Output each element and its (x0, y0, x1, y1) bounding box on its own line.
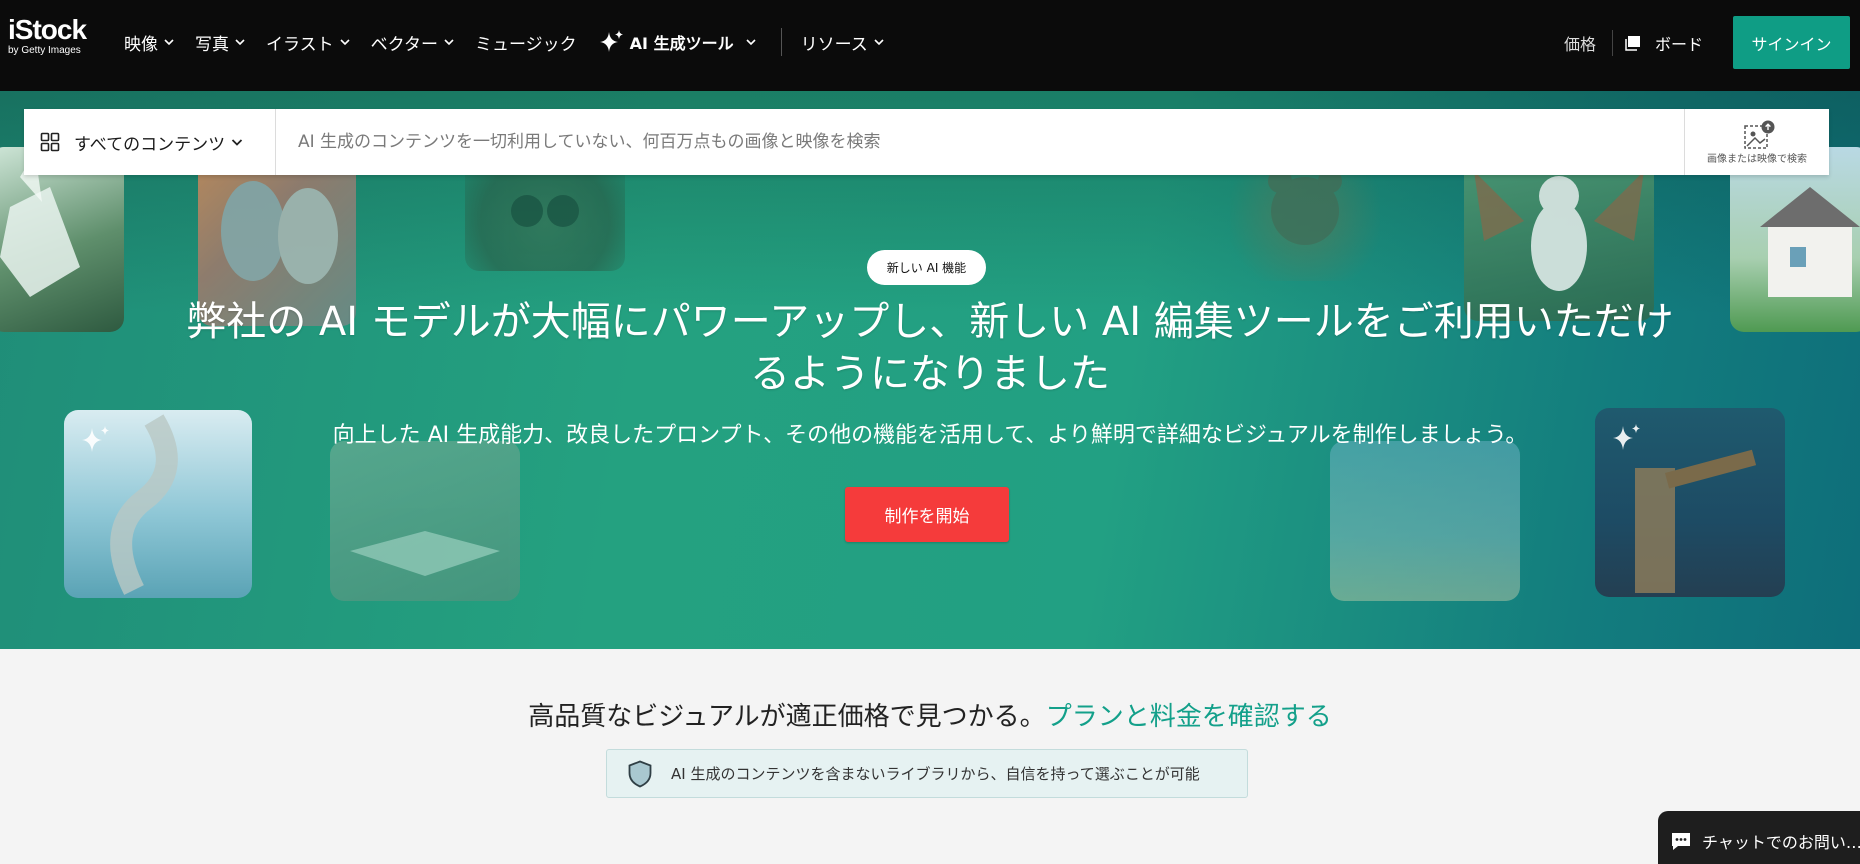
hero-image-open-book (330, 441, 520, 601)
nav-music-label: ミュージック (475, 34, 577, 55)
pricing-tagline: 高品質なビジュアルが適正価格で見つかる。プランと料金を確認する (0, 696, 1860, 733)
image-upload-icon (1744, 120, 1775, 149)
chat-bubble-icon (1672, 833, 1690, 850)
pricing-text: 高品質なビジュアルが適正価格で見つかる。 (528, 702, 1046, 732)
new-ai-features-badge: 新しい AI 機能 (867, 250, 986, 285)
search-bar: すべてのコンテンツ 画像または映像で検索 (24, 109, 1829, 175)
logo-tagline: by Getty Images (8, 45, 81, 56)
chevron-down-icon (235, 39, 245, 46)
chevron-down-icon (340, 39, 350, 46)
nav-illustrations[interactable]: イラスト (266, 30, 350, 55)
nav-vectors-label: ベクター (370, 34, 438, 55)
main-menu: 映像 写真 イラスト ベクター ミュージック AI 生成ツール リソース (124, 0, 905, 84)
account-area: 価格 ボード サインイン (1564, 16, 1850, 69)
page: iStock by Getty Images 映像 写真 イラスト ベクター ミ… (0, 0, 1860, 864)
hero-image-desert (1330, 441, 1520, 601)
ai-sparkle-icon (82, 426, 109, 452)
logo-wordmark: iStock (8, 14, 87, 45)
boards-label: ボード (1654, 34, 1703, 54)
chevron-down-icon (444, 39, 454, 46)
nav-video[interactable]: 映像 (124, 30, 174, 55)
signin-button[interactable]: サインイン (1733, 16, 1850, 69)
boards-link[interactable]: ボード (1625, 31, 1703, 55)
nav-ai-tools-label: AI 生成ツール (629, 34, 734, 53)
chevron-down-icon (874, 39, 884, 46)
search-input[interactable] (276, 132, 1684, 152)
nav-illustrations-label: イラスト (266, 34, 334, 55)
nav-video-label: 映像 (124, 34, 158, 55)
notice-text: AI 生成のコンテンツを含まないライブラリから、自信を持って選ぶことが可能 (671, 765, 1200, 783)
nav-ai-tools[interactable]: AI 生成ツール (598, 28, 756, 56)
board-icon (1625, 35, 1640, 51)
start-creating-button[interactable]: 制作を開始 (845, 487, 1009, 542)
content-type-label: すべてのコンテンツ (74, 134, 226, 155)
content-type-dropdown[interactable]: すべてのコンテンツ (24, 109, 276, 175)
nav-divider (780, 28, 782, 56)
nav-resources-label: リソース (800, 34, 868, 55)
nav-divider (1611, 29, 1613, 56)
chat-widget-button[interactable]: チャットでのお問い… (1658, 811, 1860, 864)
ai-free-library-notice: AI 生成のコンテンツを含まないライブラリから、自信を持って選ぶことが可能 (606, 749, 1248, 798)
nav-photos[interactable]: 写真 (195, 30, 245, 55)
visual-search-label: 画像または映像で検索 (1707, 153, 1807, 165)
top-nav: iStock by Getty Images 映像 写真 イラスト ベクター ミ… (0, 0, 1860, 91)
nav-vectors[interactable]: ベクター (371, 30, 454, 55)
nav-resources[interactable]: リソース (801, 30, 884, 55)
nav-photos-label: 写真 (195, 34, 229, 55)
shield-icon (628, 760, 652, 787)
view-plans-link[interactable]: プランと料金を確認する (1046, 702, 1332, 732)
nav-music[interactable]: ミュージック (475, 30, 577, 55)
sparkle-icon (599, 30, 623, 52)
hero-subline: 向上した AI 生成能力、改良したプロンプト、その他の機能を活用して、より鮮明で… (332, 423, 1528, 448)
hero-headline: 弊社の AI モデルが大幅にパワーアップし、新しい AI 編集ツールをご利用いた… (186, 299, 1674, 397)
pricing-link[interactable]: 価格 (1564, 31, 1596, 55)
visual-search-button[interactable]: 画像または映像で検索 (1684, 109, 1829, 175)
chevron-down-icon (232, 139, 243, 146)
chevron-down-icon (164, 39, 174, 46)
grid-icon (40, 132, 60, 152)
chevron-down-icon (746, 39, 756, 46)
istock-logo[interactable]: iStock by Getty Images (8, 14, 87, 56)
chat-label: チャットでのお問い… (1702, 833, 1860, 852)
open-book-icon (350, 531, 500, 576)
